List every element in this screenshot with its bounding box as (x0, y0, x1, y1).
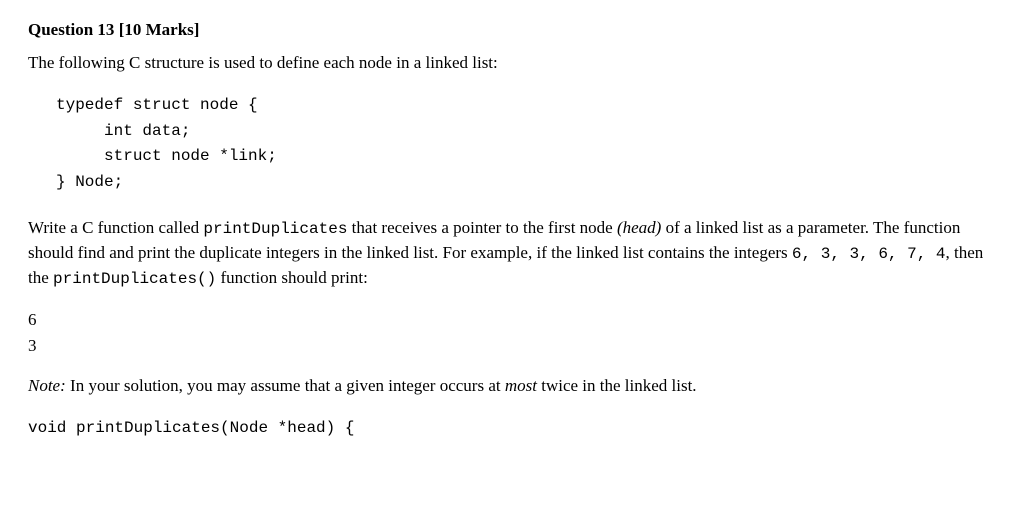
italic-head: (head) (617, 218, 661, 237)
example-numbers: 6, 3, 3, 6, 7, 4 (792, 245, 946, 263)
function-signature: void printDuplicates(Node *head) { (28, 417, 996, 440)
output-line: 6 (28, 307, 996, 333)
text-segment: twice in the linked list. (537, 376, 697, 395)
question-header: Question 13 [10 Marks] (28, 18, 996, 43)
text-segment: that receives a pointer to the first nod… (347, 218, 617, 237)
note-paragraph: Note: In your solution, you may assume t… (28, 374, 996, 399)
code-struct-block: typedef struct node { int data; struct n… (56, 93, 996, 195)
note-label: Note: (28, 376, 66, 395)
fn-name: printDuplicates (203, 220, 347, 238)
text-segment: In your solution, you may assume that a … (66, 376, 505, 395)
intro-text: The following C structure is used to def… (28, 51, 996, 76)
text-segment: function should print: (216, 268, 368, 287)
instruction-paragraph: Write a C function called printDuplicate… (28, 216, 996, 292)
question-marks: [10 Marks] (119, 20, 200, 39)
question-label: Question 13 (28, 20, 114, 39)
italic-most: most (505, 376, 537, 395)
fn-name-call: printDuplicates() (53, 270, 216, 288)
output-line: 3 (28, 333, 996, 359)
expected-output: 6 3 (28, 307, 996, 358)
text-segment: Write a C function called (28, 218, 203, 237)
